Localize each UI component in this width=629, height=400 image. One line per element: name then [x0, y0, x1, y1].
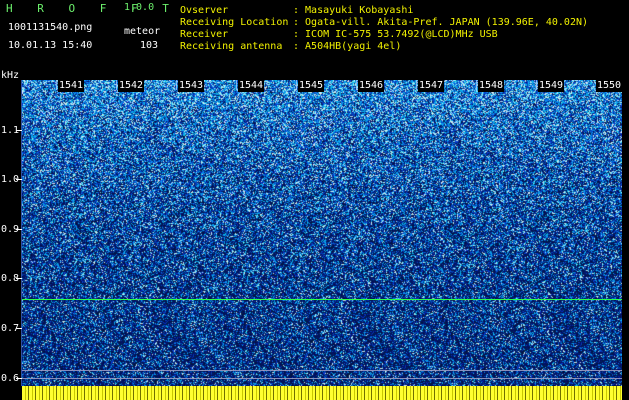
y-tick-label: 0.9: [1, 224, 20, 235]
y-tick-mark: [16, 328, 22, 329]
y-tick-label: 1.1: [1, 125, 20, 136]
y-tick-label: 0.8: [1, 273, 20, 284]
app-version: 1.0.0: [124, 2, 155, 13]
signal-baseline-strip: [22, 386, 622, 400]
x-tick-label: 1549: [538, 80, 565, 92]
y-tick-mark: [16, 179, 22, 180]
x-tick-label: 1545: [298, 80, 325, 92]
y-tick-label: 0.7: [1, 323, 20, 334]
location-value: : Ogata-vill. Akita-Pref. JAPAN (139.96E…: [293, 17, 589, 28]
file-datetime: 10.01.13 15:40: [8, 40, 93, 51]
x-tick-mark: [176, 80, 177, 90]
y-tick-mark: [16, 130, 22, 131]
header-panel: H R O F F T 1.0.0 1001131540.png 10.01.1…: [0, 0, 629, 78]
y-axis-unit: kHz: [1, 70, 20, 81]
observer-label: Ovserver: [180, 5, 229, 16]
location-label: Receiving Location: [180, 17, 289, 28]
y-tick-mark: [16, 229, 22, 230]
observer-value: : Masayuki Kobayashi: [293, 5, 414, 16]
x-tick-mark: [296, 80, 297, 90]
antenna-label: Receiving antenna: [180, 41, 283, 52]
file-name: 1001131540.png: [8, 22, 93, 33]
y-tick-mark: [16, 278, 22, 279]
x-tick-mark: [356, 80, 357, 90]
receiver-value: : ICOM IC-575 53.7492(@LCD)MHz USB: [293, 29, 498, 40]
y-tick-label: 1.0: [1, 174, 20, 185]
x-tick-mark: [476, 80, 477, 90]
counter-value: 103: [140, 40, 159, 51]
x-tick-label: 1550: [596, 80, 623, 92]
spectrogram-plot: [22, 80, 622, 386]
x-tick-label: 1542: [118, 80, 145, 92]
receiver-label: Receiver: [180, 29, 229, 40]
x-tick-label: 1543: [178, 80, 205, 92]
right-margin: [622, 80, 629, 400]
x-tick-label: 1541: [58, 80, 85, 92]
x-tick-label: 1548: [478, 80, 505, 92]
x-tick-label: 1547: [418, 80, 445, 92]
x-tick-mark: [536, 80, 537, 90]
x-tick-mark: [236, 80, 237, 90]
x-tick-mark: [56, 80, 57, 90]
frequency-line: [22, 378, 622, 379]
antenna-value: : A504HB(yagi 4el): [293, 41, 402, 52]
x-tick-label: 1544: [238, 80, 265, 92]
counter-label: meteor: [124, 26, 161, 37]
marker-line: [22, 299, 622, 300]
x-tick-label: 1546: [358, 80, 385, 92]
frequency-line: [22, 370, 622, 371]
y-axis-line: [21, 80, 22, 386]
x-tick-mark: [416, 80, 417, 90]
y-tick-label: 0.6: [1, 373, 20, 384]
x-tick-mark: [116, 80, 117, 90]
